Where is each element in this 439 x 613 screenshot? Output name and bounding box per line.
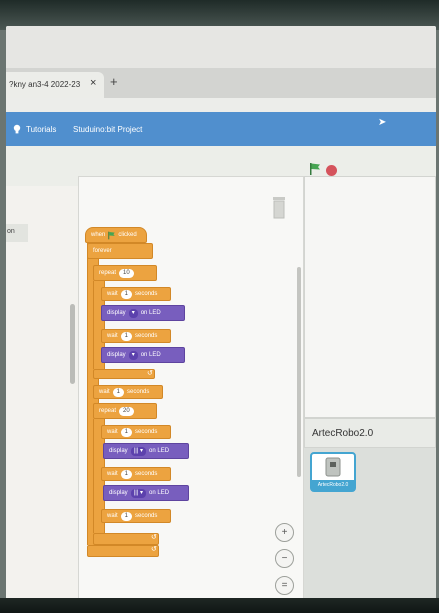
- photo-background-bottom: [0, 598, 439, 613]
- zoom-in-button[interactable]: +: [275, 523, 294, 542]
- forever-label: forever: [93, 248, 112, 254]
- loop-arrow-icon: ↺: [151, 546, 157, 553]
- wait-block[interactable]: wait 1 seconds: [93, 385, 163, 399]
- on-led-label: on LED: [140, 352, 161, 358]
- wait-block[interactable]: wait 1 seconds: [101, 425, 171, 439]
- wait-label: wait: [107, 471, 118, 477]
- seconds-label: seconds: [127, 389, 150, 395]
- wait-seconds-input[interactable]: 1: [120, 289, 133, 299]
- robot-icon: [325, 457, 341, 477]
- seconds-label: seconds: [135, 291, 158, 297]
- wait-block[interactable]: wait 1 seconds: [101, 287, 171, 301]
- wait-label: wait: [107, 291, 118, 297]
- wait-seconds-input[interactable]: 1: [120, 427, 133, 437]
- wait-seconds-input[interactable]: 1: [112, 387, 125, 397]
- on-led-label: on LED: [149, 448, 170, 454]
- display-label: display: [109, 448, 128, 454]
- browser-tab[interactable]: ?kny an3-4 2022-23 ×: [6, 72, 104, 98]
- led-pattern-dropdown[interactable]: ||| ▾: [130, 446, 147, 456]
- editor-area: on when clicked forever repeat 10 wait 1…: [6, 146, 436, 601]
- seconds-label: seconds: [135, 333, 158, 339]
- stage-area[interactable]: [304, 176, 436, 418]
- trash-icon: [273, 197, 285, 219]
- wait-label: wait: [99, 389, 110, 395]
- wait-seconds-input[interactable]: 1: [120, 511, 133, 521]
- when-flag-clicked-block[interactable]: when clicked: [85, 227, 147, 243]
- loop-arrow-icon: ↺: [147, 370, 153, 377]
- browser-toolbar: [6, 98, 436, 112]
- screen: ?kny an3-4 2022-23 × + Tutorials Studuin…: [6, 26, 436, 601]
- when-label: when: [91, 232, 106, 238]
- stop-icon[interactable]: [326, 165, 337, 176]
- wait-block[interactable]: wait 1 seconds: [101, 329, 171, 343]
- repeat-count-input[interactable]: 10: [119, 268, 134, 278]
- project-title[interactable]: Studuino:bit Project: [73, 125, 142, 134]
- zoom-in-icon: +: [281, 527, 288, 538]
- wait-label: wait: [107, 429, 118, 435]
- wait-label: wait: [107, 333, 118, 339]
- sprite-info-header: ArtecRobo2.0: [304, 418, 436, 448]
- workspace-scrollbar[interactable]: [297, 267, 301, 477]
- palette-scrollbar[interactable]: [70, 304, 75, 384]
- code-workspace[interactable]: when clicked forever repeat 10 wait 1 se…: [78, 176, 304, 601]
- on-led-label: on LED: [140, 310, 161, 316]
- green-flag-icon[interactable]: [309, 162, 321, 176]
- mouse-cursor-icon: ➤: [378, 117, 387, 128]
- seconds-label: seconds: [135, 513, 158, 519]
- display-label: display: [107, 310, 126, 316]
- sprite-name: ArtecRobo2.0: [312, 428, 374, 439]
- zoom-out-button[interactable]: −: [275, 549, 294, 568]
- repeat-loop-end-1: [93, 369, 155, 379]
- led-pattern-dropdown[interactable]: ||| ▾: [130, 488, 147, 498]
- wait-label: wait: [107, 513, 118, 519]
- forever-block[interactable]: forever: [87, 243, 153, 259]
- repeat-loop-end-2: [93, 533, 159, 545]
- led-pattern-dropdown[interactable]: ▾: [128, 350, 138, 360]
- seconds-label: seconds: [135, 429, 158, 435]
- close-icon[interactable]: ×: [90, 77, 96, 89]
- display-led-block[interactable]: display ||| ▾ on LED: [103, 485, 189, 501]
- repeat-count-input[interactable]: 20: [119, 406, 134, 416]
- new-tab-icon[interactable]: +: [110, 74, 118, 89]
- browser-tabbar: ?kny an3-4 2022-23 × +: [6, 68, 436, 98]
- display-label: display: [109, 490, 128, 496]
- display-led-block[interactable]: display ▾ on LED: [101, 305, 185, 321]
- repeat-block[interactable]: repeat 10: [93, 265, 157, 281]
- green-flag-icon: [108, 231, 116, 239]
- wait-block[interactable]: wait 1 seconds: [101, 509, 171, 523]
- display-label: display: [107, 352, 126, 358]
- wait-seconds-input[interactable]: 1: [120, 331, 133, 341]
- lightbulb-icon: [13, 124, 21, 134]
- sprite-tile-label: ArtecRobo2.0: [312, 480, 354, 490]
- app-menu-bar: Tutorials Studuino:bit Project ➤: [6, 112, 436, 146]
- display-led-block[interactable]: display ▾ on LED: [101, 347, 185, 363]
- repeat-label: repeat: [99, 270, 117, 276]
- menu-tutorials[interactable]: Tutorials: [26, 125, 56, 134]
- clicked-label: clicked: [118, 232, 137, 238]
- led-pattern-dropdown[interactable]: ▾: [128, 308, 138, 318]
- on-led-label: on LED: [149, 490, 170, 496]
- block-palette: on: [6, 186, 78, 601]
- zoom-reset-icon: =: [281, 580, 288, 591]
- repeat-label: repeat: [99, 408, 117, 414]
- seconds-label: seconds: [135, 471, 158, 477]
- zoom-reset-button[interactable]: =: [275, 576, 294, 595]
- browser-top-bar: [6, 26, 436, 68]
- forever-loop-end: [87, 545, 159, 557]
- repeat-block[interactable]: repeat 20: [93, 403, 157, 419]
- sprite-tile-artecrobo[interactable]: ArtecRobo2.0: [310, 452, 356, 492]
- code-tab-fragment[interactable]: on: [6, 224, 28, 242]
- zoom-out-icon: −: [281, 553, 288, 564]
- sprite-list: ArtecRobo2.0: [304, 448, 436, 601]
- display-led-block[interactable]: display ||| ▾ on LED: [103, 443, 189, 459]
- loop-arrow-icon: ↺: [151, 534, 157, 541]
- wait-seconds-input[interactable]: 1: [120, 469, 133, 479]
- browser-tab-title: ?kny an3-4 2022-23: [9, 80, 81, 89]
- wait-block[interactable]: wait 1 seconds: [101, 467, 171, 481]
